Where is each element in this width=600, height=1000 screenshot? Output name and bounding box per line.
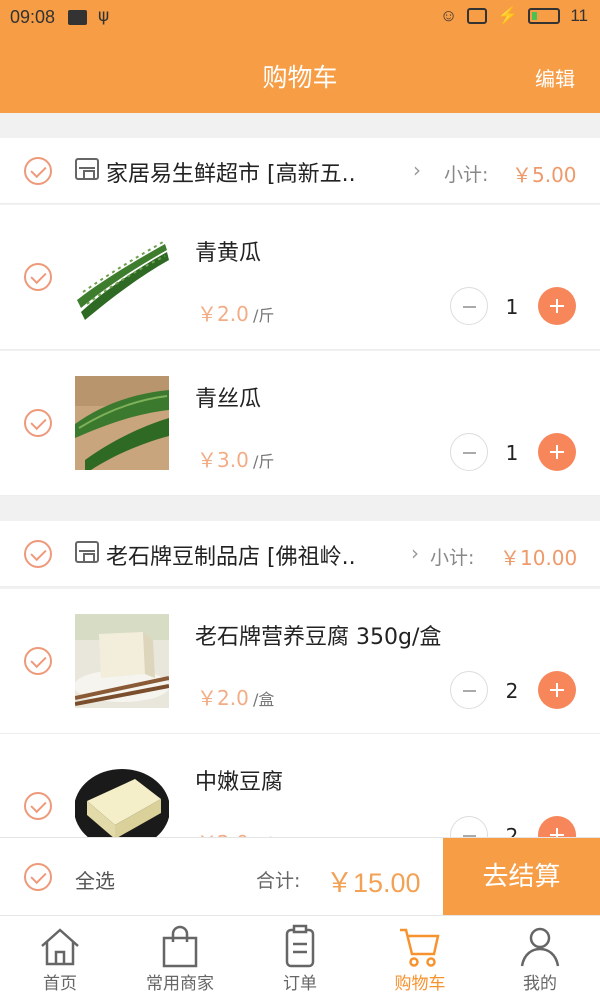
total-amount: ￥15.00 (326, 868, 421, 898)
cart-list[interactable]: 家居易生鲜超市 [高新五.. › 小计: ￥5.00 青黄瓜 ￥2.0 /斤 1 (0, 113, 600, 837)
edit-button[interactable]: 编辑 (535, 63, 575, 92)
tab-label: 常用商家 (146, 974, 214, 994)
tab-profile[interactable]: 我的 (480, 916, 600, 1000)
store-icon (75, 541, 99, 563)
subtotal-label: 小计: (430, 547, 475, 569)
cart-item: 中嫩豆腐 ￥2.0 /斤 2 (0, 734, 600, 837)
usb-icon: ψ (98, 6, 110, 26)
tab-label: 我的 (523, 974, 557, 994)
item-select-checkbox[interactable] (24, 409, 52, 437)
shopping-bag-icon (162, 925, 198, 968)
chevron-right-icon[interactable]: › (411, 541, 419, 565)
page-title: 购物车 (262, 63, 338, 92)
product-unit: /斤 (253, 306, 275, 325)
increase-quantity-button[interactable] (538, 287, 576, 325)
app-header: 购物车 编辑 (0, 36, 600, 113)
chevron-right-icon[interactable]: › (413, 158, 421, 182)
tab-label: 订单 (283, 974, 317, 994)
product-unit: /斤 (253, 452, 275, 471)
cart-item: 青丝瓜 ￥3.0 /斤 1 (0, 351, 600, 496)
quantity-value: 1 (505, 295, 519, 319)
shop-header[interactable]: 老石牌豆制品店 [佛祖岭.. › 小计: ￥10.00 (0, 521, 600, 587)
item-select-checkbox[interactable] (24, 263, 52, 291)
shop-name[interactable]: 家居易生鲜超市 [高新五.. (106, 156, 356, 188)
select-all-label[interactable]: 全选 (75, 865, 115, 894)
decrease-quantity-button[interactable] (450, 433, 488, 471)
decrease-quantity-button[interactable] (450, 671, 488, 709)
tab-label: 购物车 (394, 974, 446, 994)
product-price: ￥2.0 (197, 302, 249, 326)
subtotal-label: 小计: (444, 164, 489, 186)
user-icon (520, 927, 560, 967)
product-image-tofu[interactable] (75, 614, 169, 708)
home-icon (41, 928, 79, 966)
bottom-tab-bar: 首页 常用商家 订单 购物车 我的 (0, 915, 600, 1000)
quantity-value: 1 (505, 441, 519, 465)
item-select-checkbox[interactable] (24, 792, 52, 820)
sim-icon (467, 8, 488, 24)
checkout-button[interactable]: 去结算 (443, 838, 600, 916)
charging-icon: ⚡ (497, 6, 519, 25)
product-price: ￥3.0 (197, 448, 249, 472)
shop-name[interactable]: 老石牌豆制品店 [佛祖岭.. (106, 539, 356, 571)
cart-item: 老石牌营养豆腐 350g/盒 ￥2.0 /盒 2 (0, 589, 600, 734)
product-name[interactable]: 青黄瓜 (195, 235, 261, 267)
order-clipboard-icon (285, 924, 315, 968)
cart-item: 青黄瓜 ￥2.0 /斤 1 (0, 205, 600, 350)
tab-label: 首页 (43, 974, 77, 994)
product-image-cucumber[interactable] (75, 230, 169, 324)
decrease-quantity-button[interactable] (450, 287, 488, 325)
decrease-quantity-button[interactable] (450, 816, 488, 837)
increase-quantity-button[interactable] (538, 671, 576, 709)
store-icon (75, 158, 99, 180)
cart-icon (400, 928, 440, 967)
tab-orders[interactable]: 订单 (240, 916, 360, 1000)
quantity-value: 2 (505, 824, 519, 837)
mail-icon (68, 10, 87, 25)
product-unit: /盒 (253, 690, 275, 709)
select-all-checkbox[interactable] (24, 863, 52, 891)
tab-merchants[interactable]: 常用商家 (120, 916, 240, 1000)
increase-quantity-button[interactable] (538, 816, 576, 837)
product-price: ￥2.0 (197, 827, 249, 837)
product-image-sponge-gourd[interactable] (75, 376, 169, 470)
total-label: 合计: (256, 870, 301, 892)
product-name[interactable]: 青丝瓜 (195, 381, 261, 413)
battery-icon (528, 8, 561, 24)
shop-subtotal: ￥10.00 (500, 546, 578, 570)
product-price: ￥2.0 (197, 686, 249, 710)
notification-icon: ☺ (439, 6, 458, 25)
status-time: 09:08 (10, 7, 56, 27)
increase-quantity-button[interactable] (538, 433, 576, 471)
shop-select-checkbox[interactable] (24, 540, 52, 568)
product-name[interactable]: 中嫩豆腐 (195, 764, 283, 796)
shop-select-checkbox[interactable] (24, 157, 52, 185)
quantity-value: 2 (505, 679, 519, 703)
checkout-bar: 全选 合计: ￥15.00 去结算 (0, 837, 600, 916)
item-select-checkbox[interactable] (24, 647, 52, 675)
shop-header[interactable]: 家居易生鲜超市 [高新五.. › 小计: ￥5.00 (0, 138, 600, 204)
status-bar: 09:08 ψ ☺ ⚡ 11 (0, 0, 600, 36)
product-name[interactable]: 老石牌营养豆腐 350g/盒 (195, 619, 441, 651)
product-image-soft-tofu[interactable] (75, 759, 169, 837)
battery-level: 11 (570, 6, 588, 25)
shop-subtotal: ￥5.00 (512, 163, 577, 187)
tab-home[interactable]: 首页 (0, 916, 120, 1000)
tab-cart[interactable]: 购物车 (360, 916, 480, 1000)
